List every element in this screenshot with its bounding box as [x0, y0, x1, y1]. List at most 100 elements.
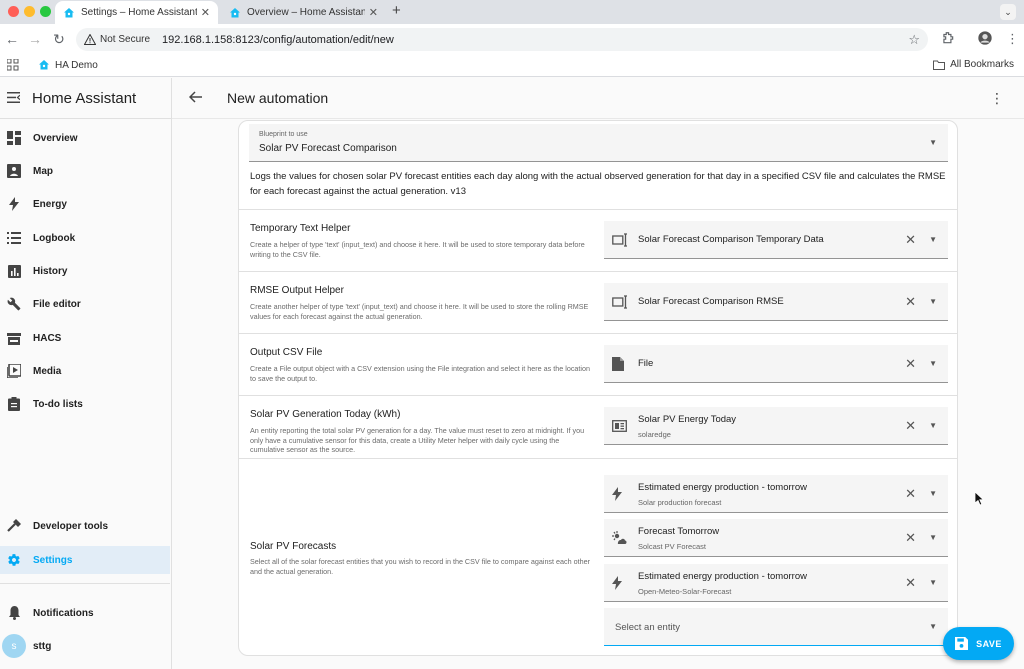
entity-select-add[interactable]: Select an entity ▼ — [604, 608, 948, 646]
dropdown-arrow-icon[interactable]: ▼ — [929, 533, 937, 542]
dropdown-arrow-icon[interactable]: ▼ — [929, 359, 937, 368]
profile-avatar-icon[interactable] — [977, 30, 993, 49]
all-bookmarks[interactable]: All Bookmarks — [933, 59, 1014, 70]
input-title: Solar PV Forecasts — [250, 541, 337, 552]
security-indicator[interactable]: Not Secure — [84, 34, 150, 45]
entity-name: Estimated energy production - tomorrow — [638, 571, 807, 582]
browser-address-bar: ← → ↻ Not Secure 192.168.1.158:8123/conf… — [0, 24, 1024, 55]
entity-select-solar-pv-generation[interactable]: Solar PV Energy Today solaredge ✕ ▼ — [604, 407, 948, 445]
all-bookmarks-label: All Bookmarks — [950, 59, 1014, 70]
map-icon — [6, 163, 22, 179]
clear-icon[interactable]: ✕ — [905, 575, 916, 591]
clear-icon[interactable]: ✕ — [905, 418, 916, 434]
sidebar-item-logbook[interactable]: Logbook — [0, 224, 170, 252]
notifications-label: Notifications — [33, 607, 94, 619]
window-close-button[interactable] — [8, 6, 19, 17]
page-title: New automation — [227, 90, 329, 106]
entity-name: Solar Forecast Comparison Temporary Data — [638, 234, 824, 245]
back-arrow-icon[interactable] — [188, 90, 202, 107]
input-row-temporary-text-helper: Temporary Text Helper Create a helper of… — [239, 209, 957, 271]
sidebar-item-overview[interactable]: Overview — [0, 124, 170, 152]
sidebar-item-label: Energy — [33, 198, 67, 210]
dropdown-arrow-icon[interactable]: ▼ — [929, 489, 937, 498]
tab-title: Settings – Home Assistant — [81, 7, 197, 18]
clear-icon[interactable]: ✕ — [905, 356, 916, 372]
save-button[interactable]: SAVE — [943, 627, 1014, 660]
not-secure-label: Not Secure — [100, 34, 151, 45]
lightning-icon — [612, 487, 628, 501]
entity-select-forecast-1[interactable]: Estimated energy production - tomorrow S… — [604, 475, 948, 513]
dropdown-arrow-icon[interactable]: ▼ — [929, 622, 937, 631]
tab-search-chevron-icon[interactable]: ⌄ — [1000, 4, 1016, 20]
clear-icon[interactable]: ✕ — [905, 530, 916, 546]
clear-icon[interactable]: ✕ — [905, 294, 916, 310]
sidebar-header: Home Assistant — [0, 78, 171, 119]
clipboard-icon — [6, 396, 22, 412]
warning-icon — [84, 34, 96, 45]
sidebar-item-map[interactable]: Map — [0, 157, 170, 185]
dropdown-arrow-icon[interactable]: ▼ — [929, 235, 937, 244]
lightning-icon — [6, 196, 22, 212]
sidebar-item-hacs[interactable]: HACS — [0, 324, 170, 352]
window-zoom-button[interactable] — [40, 6, 51, 17]
window-minimize-button[interactable] — [24, 6, 35, 17]
save-label: SAVE — [976, 638, 1002, 649]
browser-menu-icon[interactable]: ⋮ — [1006, 31, 1019, 47]
entity-select-forecast-2[interactable]: Forecast Tomorrow Solcast PV Forecast ✕ … — [604, 519, 948, 557]
entity-integration: Solcast PV Forecast — [638, 542, 706, 551]
more-options-icon[interactable]: ⋮ — [990, 90, 1004, 107]
blueprint-select-label: Blueprint to use — [259, 131, 308, 138]
sidebar-item-developer-tools[interactable]: Developer tools — [0, 512, 170, 540]
new-tab-button[interactable]: + — [392, 2, 401, 19]
extensions-icon[interactable] — [941, 31, 955, 48]
avatar: s — [2, 634, 26, 658]
sidebar-item-file-editor[interactable]: File editor — [0, 290, 170, 318]
sidebar-item-energy[interactable]: Energy — [0, 190, 170, 218]
sidebar-item-media[interactable]: Media — [0, 357, 170, 385]
sidebar-item-profile[interactable]: s sttg — [0, 632, 170, 660]
input-title: Solar PV Generation Today (kWh) — [250, 409, 401, 420]
input-title: Output CSV File — [250, 347, 323, 358]
entity-select-forecast-3[interactable]: Estimated energy production - tomorrow O… — [604, 564, 948, 602]
reload-icon[interactable]: ↻ — [51, 31, 67, 48]
browser-tab-settings[interactable]: Settings – Home Assistant ✕ — [55, 1, 218, 24]
bookmark-ha-demo[interactable]: HA Demo — [38, 59, 98, 71]
chart-icon — [6, 263, 22, 279]
close-icon[interactable]: ✕ — [369, 6, 378, 19]
sidebar-item-label: To-do lists — [33, 398, 83, 410]
clear-icon[interactable]: ✕ — [905, 232, 916, 248]
entity-select-rmse-output-helper[interactable]: Solar Forecast Comparison RMSE ✕ ▼ — [604, 283, 948, 321]
entity-select-output-csv-file[interactable]: File ✕ ▼ — [604, 345, 948, 383]
menu-icon[interactable] — [7, 90, 21, 106]
browser-tab-overview[interactable]: Overview – Home Assistant ✕ — [221, 1, 386, 24]
input-description: Create a helper of type 'text' (input_te… — [250, 240, 585, 259]
entity-select-temporary-text-helper[interactable]: Solar Forecast Comparison Temporary Data… — [604, 221, 948, 259]
close-icon[interactable]: ✕ — [201, 6, 210, 19]
select-entity-placeholder: Select an entity — [615, 622, 680, 633]
entity-integration: Open-Meteo-Solar-Forecast — [638, 587, 732, 596]
dropdown-arrow-icon[interactable]: ▼ — [929, 297, 937, 306]
blueprint-select[interactable]: Blueprint to use Solar PV Forecast Compa… — [249, 124, 948, 162]
blueprint-card: Blueprint to use Solar PV Forecast Compa… — [238, 120, 958, 656]
url-text: 192.168.1.158:8123/config/automation/edi… — [162, 33, 394, 46]
dropdown-arrow-icon[interactable]: ▼ — [929, 421, 937, 430]
back-icon[interactable]: ← — [4, 31, 20, 47]
sidebar-item-to-do-lists[interactable]: To-do lists — [0, 390, 170, 418]
sidebar-item-notifications[interactable]: Notifications — [0, 599, 170, 627]
sidebar-item-label: Media — [33, 365, 62, 377]
sidebar-item-label: History — [33, 265, 68, 277]
bookmark-star-icon[interactable]: ☆ — [908, 32, 920, 48]
dropdown-arrow-icon[interactable]: ▼ — [929, 578, 937, 587]
sidebar-item-label: HACS — [33, 332, 62, 344]
sidebar-item-settings[interactable]: Settings — [0, 546, 170, 574]
forward-icon[interactable]: → — [27, 31, 43, 47]
bookmarks-bar: HA Demo All Bookmarks — [0, 55, 1024, 77]
input-row-output-csv-file: Output CSV File Create a File output obj… — [239, 333, 957, 395]
clear-icon[interactable]: ✕ — [905, 486, 916, 502]
sidebar-item-history[interactable]: History — [0, 257, 170, 285]
floppy-disk-icon — [955, 637, 969, 650]
input-description: An entity reporting the total solar PV g… — [250, 426, 585, 454]
apps-grid-icon[interactable] — [6, 58, 19, 74]
sidebar-title: Home Assistant — [32, 89, 137, 107]
omnibox[interactable]: Not Secure 192.168.1.158:8123/config/aut… — [76, 28, 928, 51]
